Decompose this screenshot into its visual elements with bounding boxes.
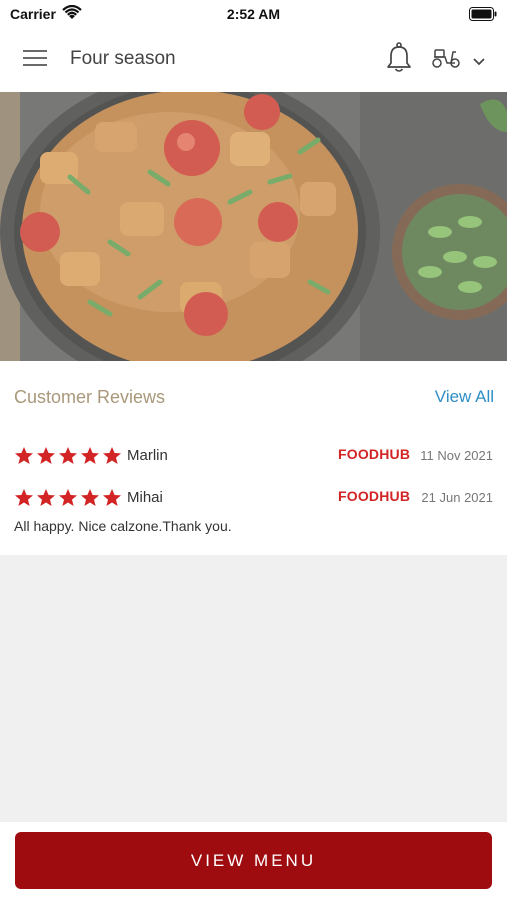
review-comment: All happy. Nice calzone.Thank you. xyxy=(14,518,232,534)
section-title: Customer Reviews xyxy=(14,387,166,407)
star-rating xyxy=(14,446,122,466)
scooter-icon[interactable] xyxy=(431,46,461,75)
battery-icon xyxy=(469,7,497,26)
star-icon xyxy=(15,489,33,506)
app-header: Four season xyxy=(0,28,507,92)
bottom-action-bar: VIEW MENU xyxy=(0,822,507,900)
chevron-down-icon[interactable] xyxy=(472,54,486,72)
star-icon xyxy=(37,447,55,464)
review-source-logo: FOODHUB xyxy=(338,488,411,504)
bell-icon[interactable] xyxy=(386,42,412,79)
star-icon xyxy=(103,489,121,506)
star-icon xyxy=(59,489,77,506)
star-icon xyxy=(15,447,33,464)
reviewer-name: Marlin xyxy=(127,447,168,464)
review-item: Mihai FOODHUB 21 Jun 2021 xyxy=(0,488,507,518)
star-icon xyxy=(103,447,121,464)
hero-overlay xyxy=(0,92,507,361)
hero-food-image xyxy=(0,92,507,361)
review-date: 11 Nov 2021 xyxy=(420,448,493,463)
menu-icon[interactable] xyxy=(22,48,48,73)
status-bar: Carrier 2:52 AM xyxy=(0,0,507,28)
customer-reviews-section: Customer Reviews View All Marlin FOODHUB… xyxy=(0,361,507,555)
star-icon xyxy=(81,489,99,506)
star-icon xyxy=(59,447,77,464)
view-all-link[interactable]: View All xyxy=(435,387,494,407)
star-icon xyxy=(81,447,99,464)
reviewer-name: Mihai xyxy=(127,489,163,506)
star-rating xyxy=(14,488,122,508)
view-menu-button[interactable]: VIEW MENU xyxy=(15,832,492,889)
review-date: 21 Jun 2021 xyxy=(421,490,493,505)
review-source-logo: FOODHUB xyxy=(338,446,411,462)
star-icon xyxy=(37,489,55,506)
review-item: Marlin FOODHUB 11 Nov 2021 xyxy=(0,446,507,476)
clock-time: 2:52 AM xyxy=(226,6,281,22)
page-title: Four season xyxy=(70,48,176,69)
